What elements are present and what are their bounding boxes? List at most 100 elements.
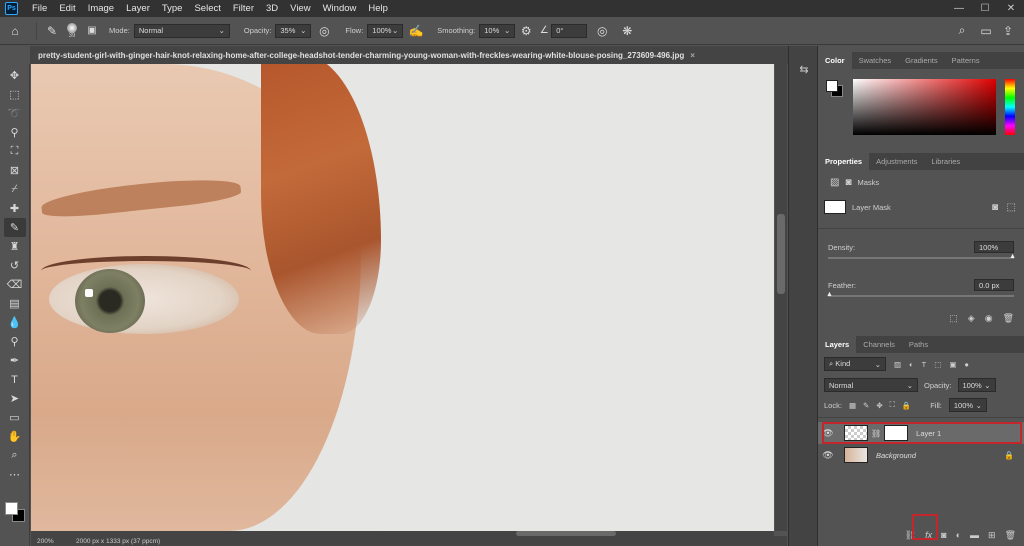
hue-slider[interactable] [1005,79,1015,135]
pressure-opacity-icon[interactable]: ◎ [311,24,337,38]
layer-name[interactable]: Background [876,451,916,460]
foreground-color-swatch[interactable] [5,502,18,515]
menu-layer[interactable]: Layer [120,0,156,17]
minimize-button[interactable]: — [946,0,972,17]
menu-edit[interactable]: Edit [53,0,81,17]
gradient-tool-icon[interactable]: ▤ [4,294,26,313]
add-mask-icon[interactable]: ◙ [941,530,946,540]
more-tools-icon[interactable]: ⋯ [4,465,26,484]
opacity-input[interactable]: 35% ⌄ [275,23,312,38]
menu-3d[interactable]: 3D [260,0,284,17]
zoom-tool-icon[interactable]: ⌕ [4,446,26,465]
tab-libraries[interactable]: Libraries [924,153,967,170]
scroll-thumb[interactable] [777,214,785,294]
quick-select-tool-icon[interactable]: ⚲ [4,123,26,142]
shape-filter-icon[interactable]: ⬚ [934,360,941,369]
load-selection-icon[interactable]: ⬚ [949,313,958,324]
zoom-level[interactable]: 200% [31,538,76,545]
pressure-size-icon[interactable]: ◎ [587,24,617,38]
workspace-icon[interactable]: ▭ [976,24,996,38]
history-panel-icon[interactable]: ⇆ [789,58,819,80]
lock-image-icon[interactable]: ✎ [863,401,869,410]
image-icon[interactable]: ▨ [830,177,839,188]
angle-input[interactable]: 0° [551,23,588,38]
clone-stamp-tool-icon[interactable]: ♜ [4,237,26,256]
feather-slider[interactable]: ▲ [826,291,1014,298]
smoothing-input[interactable]: 10% ⌄ [479,23,516,38]
gear-icon[interactable]: ⚙ [515,24,537,38]
share-icon[interactable]: ⇪ [998,24,1018,38]
visibility-icon[interactable]: ◉ [985,313,993,324]
marquee-tool-icon[interactable]: ⬚ [4,85,26,104]
brush-settings-icon[interactable]: ▣ [83,25,101,36]
document-tab[interactable]: pretty-student-girl-with-ginger-hair-kno… [30,46,790,64]
feather-input[interactable]: 0.0 px [974,279,1014,291]
healing-brush-tool-icon[interactable]: ✚ [4,199,26,218]
tab-channels[interactable]: Channels [856,336,902,353]
type-filter-icon[interactable]: T [922,360,927,369]
brush-size-picker[interactable]: 39 [61,22,83,39]
dodge-tool-icon[interactable]: ⚲ [4,332,26,351]
new-layer-icon[interactable]: ⊞ [988,530,996,541]
airbrush-icon[interactable]: ✍ [403,24,429,38]
menu-type[interactable]: Type [156,0,189,17]
vector-mask-icon[interactable]: ⬚ [1007,202,1016,213]
apply-mask-icon[interactable]: ◈ [968,313,975,324]
menu-image[interactable]: Image [82,0,120,17]
pen-tool-icon[interactable]: ✒ [4,351,26,370]
fill-input[interactable]: 100% ⌄ [948,398,987,412]
close-window-button[interactable]: ✕ [998,0,1024,17]
canvas-vertical-scrollbar[interactable] [775,64,787,531]
filter-toggle-icon[interactable]: ● [964,360,969,369]
type-tool-icon[interactable]: T [4,370,26,389]
density-slider[interactable]: ▲ [828,253,1016,260]
brush-tool-icon[interactable]: ✎ [3,218,26,237]
density-input[interactable]: 100% [974,241,1014,253]
lock-transparent-icon[interactable]: ▦ [849,401,856,410]
layer-opacity-input[interactable]: 100% ⌄ [957,378,996,392]
menu-select[interactable]: Select [188,0,226,17]
rectangle-tool-icon[interactable]: ▭ [4,408,26,427]
slider-handle-icon[interactable]: ▲ [826,291,833,298]
move-tool-icon[interactable]: ✥ [4,66,26,85]
home-icon[interactable]: ⌂ [0,24,30,38]
tab-paths[interactable]: Paths [902,336,935,353]
symmetry-icon[interactable]: ❋ [617,24,637,38]
color-field[interactable] [853,79,996,135]
layer-row[interactable]: 👁 Background 🔒 [818,444,1024,466]
adjustment-filter-icon[interactable]: ◐ [909,360,914,369]
document-canvas[interactable] [31,64,774,531]
blend-mode-select[interactable]: Normal ⌄ [824,378,918,392]
hand-tool-icon[interactable]: ✋ [4,427,26,446]
trash-icon[interactable]: 🗑 [1003,313,1014,324]
pixel-mask-icon[interactable]: ◙ [992,202,998,213]
menu-window[interactable]: Window [317,0,363,17]
group-folder-icon[interactable]: ▬ [970,530,979,540]
smart-object-filter-icon[interactable]: ▣ [949,360,956,369]
mask-icon[interactable]: ◙ [845,177,851,188]
history-brush-tool-icon[interactable]: ↺ [4,256,26,275]
menu-help[interactable]: Help [362,0,394,17]
brush-tool-preset-icon[interactable]: ✎ [43,24,61,38]
close-document-icon[interactable]: × [690,51,695,60]
tab-gradients[interactable]: Gradients [898,52,945,69]
eyedropper-tool-icon[interactable]: ⌿ [4,180,26,199]
mode-select[interactable]: Normal ⌄ [133,23,230,38]
maximize-button[interactable]: ☐ [972,0,998,17]
eraser-tool-icon[interactable]: ⌫ [4,275,26,294]
blur-tool-icon[interactable]: 💧 [4,313,26,332]
tab-adjustments[interactable]: Adjustments [869,153,924,170]
lasso-tool-icon[interactable]: ➰ [4,104,26,123]
search-icon[interactable]: ⌕ [952,23,972,38]
lock-all-icon[interactable]: 🔒 [902,401,911,410]
tab-swatches[interactable]: Swatches [852,52,899,69]
tab-layers[interactable]: Layers [818,336,857,353]
lock-position-icon[interactable]: ✥ [876,401,882,410]
menu-file[interactable]: File [26,0,53,17]
menu-filter[interactable]: Filter [227,0,260,17]
lock-artboard-icon[interactable]: ⛶ [890,400,895,410]
eye-icon[interactable]: 👁 [818,450,838,461]
path-selection-tool-icon[interactable]: ➤ [4,389,26,408]
slider-handle-icon[interactable]: ▲ [1009,253,1016,260]
pixel-filter-icon[interactable]: ▨ [894,360,901,369]
